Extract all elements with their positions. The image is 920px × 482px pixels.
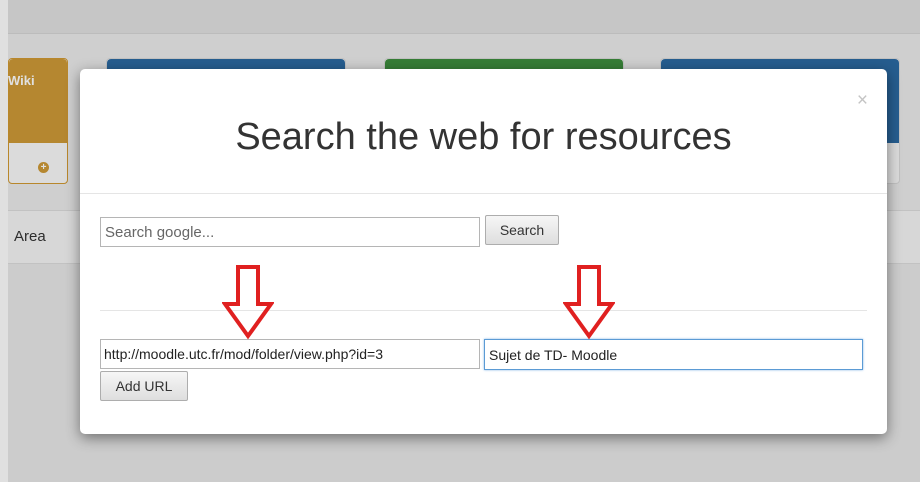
title-field[interactable] xyxy=(484,339,863,370)
search-button[interactable]: Search xyxy=(485,215,559,245)
search-input[interactable] xyxy=(100,217,480,247)
add-url-button[interactable]: Add URL xyxy=(100,371,188,401)
search-resources-modal: × Search the web for resources Search Ad… xyxy=(80,69,887,434)
url-field[interactable] xyxy=(100,339,480,369)
modal-title: Search the web for resources xyxy=(235,116,732,158)
header-divider xyxy=(80,193,887,194)
arrow-down-outline-icon xyxy=(222,265,274,340)
section-divider xyxy=(100,310,867,311)
arrow-down-outline-icon xyxy=(563,265,615,340)
close-icon[interactable]: × xyxy=(857,91,868,110)
